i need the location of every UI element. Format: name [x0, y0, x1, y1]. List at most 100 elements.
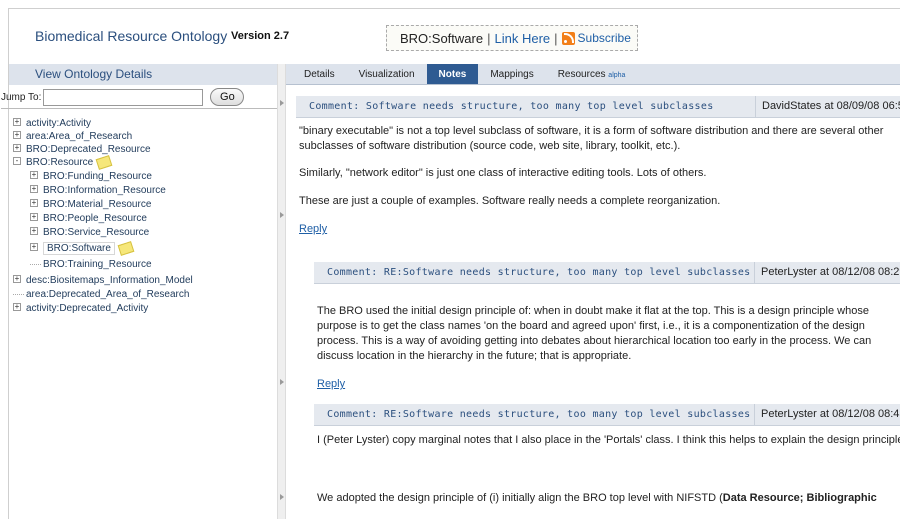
version-label: Version 2.7	[231, 30, 290, 42]
tree-item[interactable]: + BRO:Service_Resource	[30, 226, 149, 239]
tree-item[interactable]: + area:Area_of_Research	[13, 130, 132, 143]
panel-splitter[interactable]	[277, 64, 286, 519]
tree-item[interactable]: + BRO:Information_Resource	[30, 184, 166, 197]
note-text: We adopted the design principle of (i) i…	[317, 492, 723, 504]
tree-item-label[interactable]: BRO:Service_Resource	[43, 227, 149, 238]
rss-icon[interactable]	[561, 31, 575, 45]
divider	[1, 108, 277, 109]
tree-item[interactable]: + desc:Biositemaps_Information_Model	[13, 274, 193, 287]
tree-item[interactable]: BRO:Training_Resource	[30, 258, 152, 271]
note-card-reply: Comment: RE:Software needs structure, to…	[314, 404, 900, 519]
note-subject[interactable]: Comment: RE:Software needs structure, to…	[327, 267, 750, 278]
note-icon	[117, 240, 135, 256]
tab-notes[interactable]: Notes	[426, 64, 479, 84]
expand-icon[interactable]: +	[13, 303, 21, 312]
subscribe-link[interactable]: Subscribe	[578, 31, 631, 45]
expand-icon[interactable]: +	[13, 275, 21, 284]
tree-item-label[interactable]: area:Deprecated_Area_of_Research	[26, 289, 189, 300]
tree-item-label[interactable]: BRO:Deprecated_Resource	[26, 144, 151, 155]
tree-item-label[interactable]: BRO:Material_Resource	[43, 199, 151, 210]
tree-item-label[interactable]: BRO:Software	[43, 242, 115, 255]
tree-item[interactable]: - BRO:Resource	[13, 154, 113, 170]
tree-item-label[interactable]: area:Area_of_Research	[26, 131, 132, 142]
note-card-reply: Comment: RE:Software needs structure, to…	[314, 262, 900, 400]
expand-icon[interactable]: +	[13, 118, 21, 127]
ontology-panel: View Ontology Details Jump To: Go + activ…	[1, 64, 277, 519]
note-card: Comment: Software needs structure, too m…	[296, 96, 900, 260]
tree-item[interactable]: + BRO:People_Resource	[30, 212, 147, 225]
tab-visualization[interactable]: Visualization	[347, 64, 427, 84]
tree-item-label[interactable]: BRO:Training_Resource	[43, 259, 152, 270]
go-button[interactable]: Go	[210, 88, 245, 106]
tree-item[interactable]: + BRO:Deprecated_Resource	[13, 143, 151, 156]
expand-icon[interactable]: +	[30, 185, 38, 194]
note-author-date: PeterLyster at 08/12/08 08:43	[754, 404, 900, 425]
tab-resources[interactable]: Resources alpha	[546, 64, 638, 84]
tree-item-label[interactable]: BRO:Funding_Resource	[43, 171, 152, 182]
expand-icon[interactable]: +	[30, 199, 38, 208]
expand-icon[interactable]: +	[30, 213, 38, 222]
note-author-date: DavidStates at 08/09/08 06:56	[755, 96, 900, 117]
detail-panel: Details Visualization Notes Mappings Res…	[286, 64, 900, 519]
tree-item-label[interactable]: activity:Activity	[26, 118, 91, 129]
expand-icon[interactable]: +	[30, 243, 38, 252]
notes-list: Comment: Software needs structure, too m…	[286, 86, 900, 519]
tab-mappings[interactable]: Mappings	[478, 64, 545, 84]
collapse-arrow-icon[interactable]	[280, 379, 284, 385]
page-frame: Biomedical Resource Ontology Version 2.7…	[1, 8, 900, 519]
note-author-date: PeterLyster at 08/12/08 08:29	[754, 262, 900, 283]
note-paragraph: Similarly, "network editor" is just one …	[299, 167, 707, 179]
tree-connector	[13, 293, 24, 295]
note-body: "binary executable" is not a top level s…	[299, 124, 899, 237]
tab-details[interactable]: Details	[292, 64, 347, 84]
ontology-panel-title[interactable]: View Ontology Details	[9, 64, 277, 85]
tree-item-label[interactable]: BRO:Resource	[26, 157, 93, 168]
expand-icon[interactable]: +	[13, 131, 21, 140]
tree-item-label[interactable]: BRO:Information_Resource	[43, 185, 166, 196]
tree-item[interactable]: + BRO:Material_Resource	[30, 198, 151, 211]
note-paragraph: I (Peter Lyster) copy marginal notes tha…	[317, 434, 900, 446]
tree-connector	[30, 263, 41, 265]
note-bold-text: Data Resource; Bibliographic	[722, 492, 877, 504]
app-title[interactable]: Biomedical Resource Ontology	[35, 28, 227, 44]
note-subject[interactable]: Comment: Software needs structure, too m…	[309, 101, 714, 112]
collapse-icon[interactable]: -	[13, 157, 21, 166]
note-paragraph: We adopted the design principle of (i) i…	[317, 491, 900, 506]
tree-item[interactable]: + activity:Activity	[13, 117, 91, 130]
note-header: Comment: RE:Software needs structure, to…	[314, 262, 900, 284]
jump-to-input[interactable]	[43, 88, 204, 106]
note-paragraph: The BRO used the initial design principl…	[317, 305, 872, 362]
link-here-link[interactable]: Link Here	[494, 31, 550, 46]
expand-icon[interactable]: +	[30, 171, 38, 180]
note-header: Comment: RE:Software needs structure, to…	[314, 404, 900, 426]
tree-item[interactable]: + activity:Deprecated_Activity	[13, 302, 148, 315]
expand-icon[interactable]: +	[30, 227, 38, 236]
separator: |	[554, 30, 558, 46]
tree-item-selected[interactable]: + BRO:Software	[30, 240, 135, 257]
note-subject[interactable]: Comment: RE:Software needs structure, to…	[327, 409, 750, 420]
reply-link[interactable]: Reply	[299, 223, 327, 235]
alpha-badge: alpha	[608, 72, 626, 79]
tree-item[interactable]: + BRO:Funding_Resource	[30, 170, 152, 183]
tree-item-label[interactable]: desc:Biositemaps_Information_Model	[26, 275, 193, 286]
tree-item-label[interactable]: activity:Deprecated_Activity	[26, 303, 148, 314]
tab-bar: Details Visualization Notes Mappings Res…	[286, 64, 900, 85]
expand-icon[interactable]: +	[13, 144, 21, 153]
tree-item[interactable]: area:Deprecated_Area_of_Research	[13, 288, 189, 301]
note-body: I (Peter Lyster) copy marginal notes tha…	[317, 433, 900, 506]
note-body: The BRO used the initial design principl…	[317, 304, 895, 392]
note-icon	[95, 154, 113, 170]
collapse-arrow-icon[interactable]	[280, 212, 284, 218]
tab-resources-label: Resources	[557, 69, 606, 80]
note-paragraph: "binary executable" is not a top level s…	[299, 125, 884, 152]
header: Biomedical Resource Ontology Version 2.7…	[9, 9, 900, 64]
collapse-arrow-icon[interactable]	[280, 100, 284, 106]
jump-to-bar: Jump To: Go	[1, 88, 245, 106]
reply-link[interactable]: Reply	[317, 378, 345, 390]
tree-item-label[interactable]: BRO:People_Resource	[43, 213, 147, 224]
note-header: Comment: Software needs structure, too m…	[296, 96, 900, 118]
separator: |	[487, 30, 491, 46]
note-paragraph: These are just a couple of examples. Sof…	[299, 195, 721, 207]
collapse-arrow-icon[interactable]	[280, 494, 284, 500]
jump-to-label: Jump To:	[1, 91, 42, 103]
